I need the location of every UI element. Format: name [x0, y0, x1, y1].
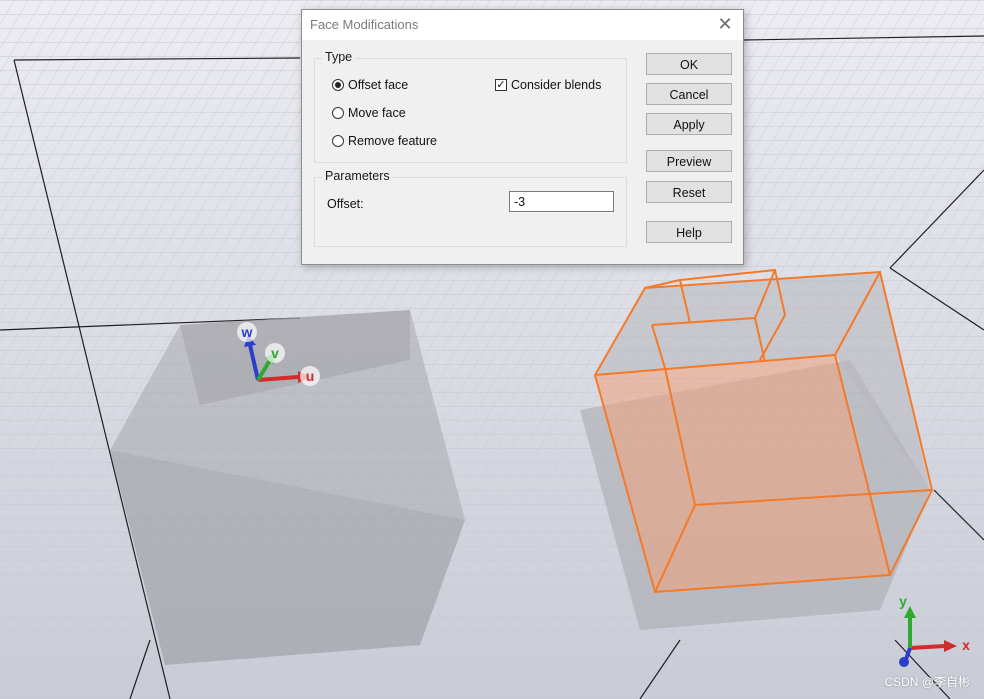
- watermark-text: CSDN @李自彬: [884, 675, 970, 689]
- dialog-title: Face Modifications: [310, 17, 419, 32]
- radio-offset-face[interactable]: Offset face: [332, 78, 408, 92]
- close-icon[interactable]: ✕: [713, 13, 737, 37]
- help-button[interactable]: Help: [646, 221, 732, 243]
- radio-label-offset-face: Offset face: [348, 78, 409, 92]
- offset-input[interactable]: [509, 191, 614, 212]
- radio-label-move-face: Move face: [348, 106, 406, 120]
- axis-label-v: v: [271, 345, 279, 361]
- radio-button[interactable]: [332, 135, 344, 147]
- radio-move-face[interactable]: Move face: [332, 106, 406, 120]
- preview-button[interactable]: Preview: [646, 150, 732, 172]
- apply-button[interactable]: Apply: [646, 113, 732, 135]
- parameters-group-legend: Parameters: [322, 169, 393, 183]
- radio-label-remove-feature: Remove feature: [348, 134, 437, 148]
- dialog-titlebar[interactable]: Face Modifications ✕: [302, 10, 743, 40]
- face-modifications-dialog: Face Modifications ✕ Type Offset face Mo…: [301, 9, 744, 265]
- cancel-button[interactable]: Cancel: [646, 83, 732, 105]
- offset-label: Offset:: [327, 197, 364, 211]
- axis-label-w: w: [241, 324, 253, 340]
- radio-remove-feature[interactable]: Remove feature: [332, 134, 437, 148]
- checkbox-checked[interactable]: ✓: [495, 79, 507, 91]
- grey-block: [110, 310, 465, 665]
- ok-button[interactable]: OK: [646, 53, 732, 75]
- axis-label-y: y: [899, 593, 907, 609]
- consider-blends-checkbox[interactable]: ✓ Consider blends: [495, 78, 601, 92]
- parameters-group: Parameters: [314, 169, 627, 247]
- type-group-legend: Type: [322, 50, 356, 64]
- axis-label-x: x: [962, 637, 970, 653]
- consider-blends-label: Consider blends: [511, 78, 602, 92]
- axis-label-u: u: [306, 368, 315, 384]
- radio-button[interactable]: [332, 107, 344, 119]
- reset-button[interactable]: Reset: [646, 181, 732, 203]
- radio-button-checked[interactable]: [332, 79, 344, 91]
